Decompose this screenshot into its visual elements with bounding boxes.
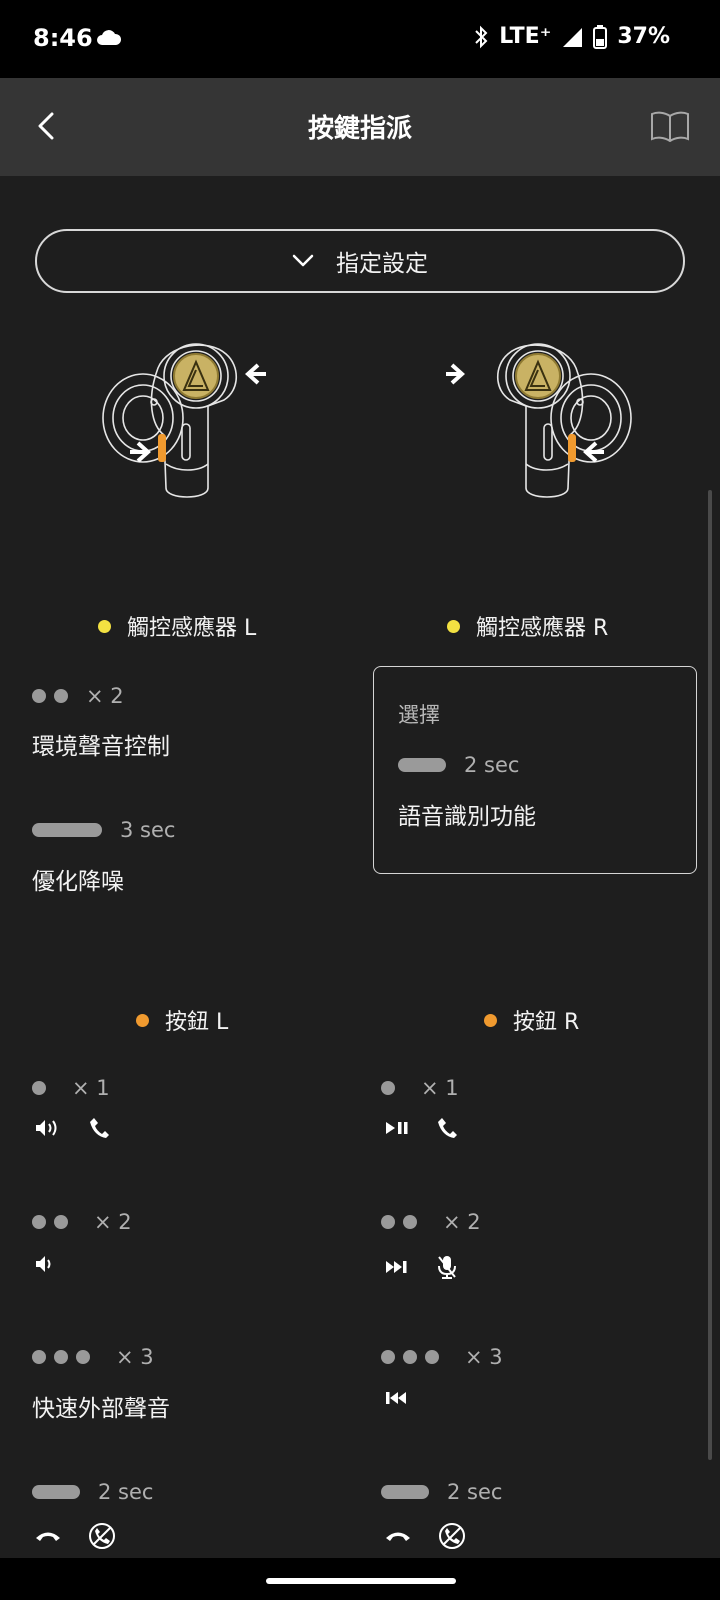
press-count: × 1 <box>72 1076 110 1100</box>
touch-sensor-left-title: 觸控感應器 L <box>127 616 257 641</box>
button-right-action-3[interactable] <box>384 1390 410 1406</box>
book-icon <box>651 111 689 143</box>
cloud-icon <box>96 28 122 50</box>
volume-up-icon <box>36 1120 57 1136</box>
touch-sensor-dot <box>447 619 460 633</box>
tap-dot <box>54 689 68 703</box>
bluetooth-icon <box>473 25 489 49</box>
gesture-triple-press: × 3 <box>32 1345 154 1369</box>
phone-hangup-icon <box>386 1532 410 1541</box>
press-count: × 2 <box>94 1210 132 1234</box>
button-right-action-1[interactable] <box>384 1116 458 1140</box>
touch-left-action-1[interactable]: 環境聲音控制 <box>32 727 170 761</box>
touch-sensor-left-heading: 觸控感應器 L <box>98 610 256 642</box>
gesture-press-hold: 2 sec <box>381 1480 502 1504</box>
network-label: LTE⁺ <box>499 24 552 49</box>
button-right-heading: 按鈕 R <box>484 1004 579 1036</box>
phone-hangup-icon <box>36 1532 60 1541</box>
gesture-single-press: × 1 <box>32 1076 110 1100</box>
button-dot <box>484 1013 497 1027</box>
gesture-double-press: × 2 <box>32 1210 132 1234</box>
app-bar: 按鍵指派 <box>0 78 720 176</box>
button-left-action-3[interactable]: 快速外部聲音 <box>32 1389 170 1423</box>
button-right-action-4[interactable] <box>384 1522 466 1550</box>
button-left-action-2[interactable] <box>34 1254 54 1274</box>
previous-track-icon <box>386 1392 406 1404</box>
press-dot <box>54 1215 68 1229</box>
button-dot <box>136 1013 149 1027</box>
page-title: 按鍵指派 <box>307 114 412 144</box>
signal-icon <box>561 26 583 48</box>
gesture-press-hold: 2 sec <box>32 1480 153 1504</box>
press-dot <box>32 1215 46 1229</box>
press-dot <box>32 1350 46 1364</box>
press-dot <box>403 1350 417 1364</box>
press-count: × 1 <box>421 1076 459 1100</box>
touch-sensor-dot <box>98 619 111 633</box>
mic-mute-icon <box>438 1256 456 1279</box>
play-pause-icon <box>386 1122 408 1134</box>
manual-button[interactable] <box>650 110 690 146</box>
status-bar: 8:46 LTE⁺ 37% <box>0 0 720 78</box>
button-left-action-4[interactable] <box>34 1522 116 1550</box>
button-left-title: 按鈕 L <box>165 1010 229 1035</box>
gesture-double-tap: × 2 <box>32 684 124 708</box>
hold-bar <box>32 823 102 837</box>
hold-bar <box>398 758 446 772</box>
press-dot <box>425 1350 439 1364</box>
left-earbud-illustration <box>98 340 288 515</box>
battery-percent: 37% <box>617 24 670 49</box>
button-left-action-1[interactable] <box>34 1116 110 1140</box>
hold-duration: 2 sec <box>464 753 520 777</box>
preset-settings-button[interactable]: 指定設定 <box>35 229 685 293</box>
hold-duration: 2 sec <box>98 1480 154 1504</box>
press-count: × 2 <box>443 1210 481 1234</box>
right-earbud-illustration <box>442 340 636 515</box>
preset-label: 指定設定 <box>336 251 428 277</box>
phone-reject-icon <box>89 1523 115 1549</box>
button-right-action-2[interactable] <box>384 1254 458 1280</box>
press-dot <box>403 1215 417 1229</box>
status-time: 8:46 <box>33 24 93 52</box>
touch-sensor-right-heading: 觸控感應器 R <box>447 610 608 642</box>
gesture-triple-press: × 3 <box>381 1345 503 1369</box>
tap-count: × 2 <box>86 684 124 708</box>
press-dot <box>32 1081 46 1095</box>
gesture-hold: 3 sec <box>32 818 175 842</box>
touch-right-action-1: 語音識別功能 <box>398 804 536 830</box>
hold-bar <box>381 1485 429 1499</box>
next-track-icon <box>386 1261 407 1273</box>
press-dot <box>76 1350 90 1364</box>
scrollbar[interactable] <box>708 490 712 1460</box>
touch-right-selection-box[interactable]: 選擇 2 sec 語音識別功能 <box>373 666 697 874</box>
button-left-heading: 按鈕 L <box>136 1004 228 1036</box>
press-dot <box>54 1350 68 1364</box>
phone-answer-icon <box>438 1118 457 1138</box>
gesture-hold: 2 sec <box>398 753 519 777</box>
phone-answer-icon <box>90 1118 109 1138</box>
hold-bar <box>32 1485 80 1499</box>
touch-left-action-2[interactable]: 優化降噪 <box>32 862 124 896</box>
hold-duration: 2 sec <box>447 1480 503 1504</box>
home-indicator[interactable] <box>266 1578 456 1584</box>
tap-dot <box>32 689 46 703</box>
press-count: × 3 <box>116 1345 154 1369</box>
press-dot <box>381 1215 395 1229</box>
touch-sensor-right-title: 觸控感應器 R <box>476 616 609 641</box>
selection-label: 選擇 <box>398 703 440 727</box>
press-dot <box>381 1081 395 1095</box>
button-right-title: 按鈕 R <box>513 1010 580 1035</box>
press-dot <box>381 1350 395 1364</box>
gesture-double-press: × 2 <box>381 1210 481 1234</box>
volume-down-icon <box>36 1256 51 1272</box>
press-count: × 3 <box>465 1345 503 1369</box>
battery-icon <box>593 24 608 49</box>
phone-reject-icon <box>439 1523 465 1549</box>
chevron-down-icon <box>292 254 314 267</box>
gesture-single-press: × 1 <box>381 1076 459 1100</box>
hold-duration: 3 sec <box>120 818 176 842</box>
